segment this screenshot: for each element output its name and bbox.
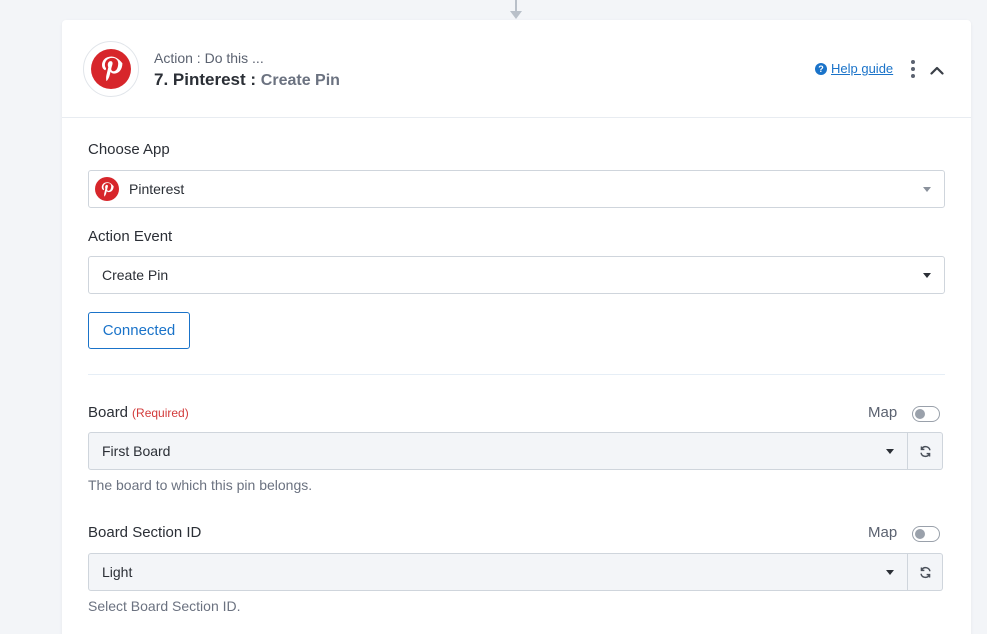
caret-down-icon — [886, 449, 894, 454]
board-map-toggle[interactable] — [912, 406, 940, 422]
board-section-refresh-button[interactable] — [908, 553, 943, 591]
caret-down-icon — [923, 187, 931, 192]
help-guide-label: Help guide — [831, 61, 894, 76]
refresh-icon — [919, 566, 931, 578]
refresh-icon — [919, 445, 931, 457]
pinterest-logo-icon — [95, 177, 119, 201]
board-refresh-button[interactable] — [908, 432, 943, 470]
question-circle-icon: ? — [815, 62, 827, 75]
caret-down-icon — [886, 570, 894, 575]
board-value: First Board — [102, 443, 171, 459]
board-label: Board (Required) — [88, 404, 189, 421]
app-logo — [83, 41, 139, 97]
step-app-name: 7. Pinterest : — [154, 70, 257, 89]
action-step-card: Action : Do this ... 7. Pinterest : Crea… — [62, 20, 971, 634]
board-map-label: Map — [868, 404, 898, 421]
board-section-label: Board Section ID — [88, 524, 202, 541]
board-section-map-toggle[interactable] — [912, 526, 940, 542]
board-section-hint: Select Board Section ID. — [88, 598, 241, 614]
caret-down-icon — [923, 273, 931, 278]
board-section-map-label: Map — [868, 524, 898, 541]
help-guide-link[interactable]: ? Help guide — [815, 61, 893, 76]
pinterest-logo-icon — [91, 49, 131, 89]
step-event-name: Create Pin — [260, 72, 340, 89]
action-event-value: Create Pin — [102, 267, 169, 283]
choose-app-value: Pinterest — [129, 181, 185, 197]
section-divider — [88, 374, 945, 375]
board-select[interactable]: First Board — [88, 432, 908, 470]
board-section-select[interactable]: Light — [88, 553, 908, 591]
choose-app-select[interactable]: Pinterest — [88, 170, 945, 208]
action-event-label: Action Event — [88, 228, 173, 245]
chevron-up-icon[interactable] — [930, 62, 944, 75]
board-section-value: Light — [102, 564, 133, 580]
board-label-text: Board — [88, 404, 129, 421]
action-event-select[interactable]: Create Pin — [88, 256, 945, 294]
required-badge: (Required) — [132, 406, 189, 420]
step-title: 7. Pinterest : Create Pin — [154, 70, 340, 90]
step-subtitle: Action : Do this ... — [154, 50, 264, 66]
step-header[interactable]: Action : Do this ... 7. Pinterest : Crea… — [62, 20, 971, 118]
choose-app-label: Choose App — [88, 141, 170, 158]
connected-button[interactable]: Connected — [88, 312, 190, 349]
flow-connector-arrow-icon — [510, 11, 522, 19]
kebab-menu-icon[interactable] — [911, 60, 915, 78]
board-hint: The board to which this pin belongs. — [88, 477, 313, 493]
